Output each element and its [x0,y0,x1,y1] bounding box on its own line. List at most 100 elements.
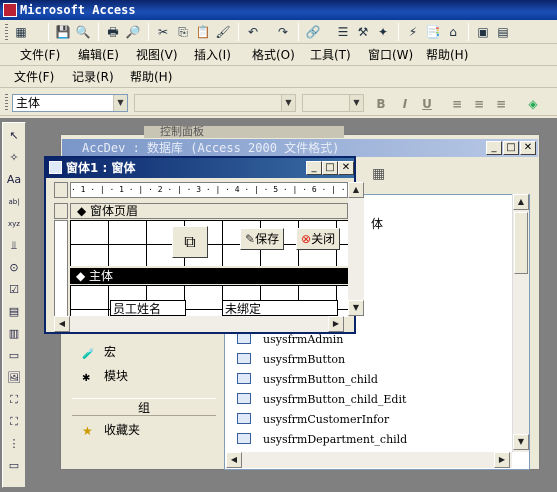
toolbar-grip[interactable] [5,94,8,112]
scroll-right-icon[interactable]: ▶ [328,316,344,332]
textbox-tool-icon[interactable]: ab| [5,193,23,211]
close-button[interactable]: ✕ [520,141,536,155]
format-painter-icon[interactable]: 🖌 [214,23,232,41]
redo-icon[interactable]: ↷ [274,23,292,41]
save-icon[interactable]: 💾 [54,23,72,41]
list-box-icon[interactable]: ▥ [5,325,23,343]
print-icon[interactable]: 🖶 [104,23,122,41]
chevron-down-icon[interactable]: ▼ [281,95,295,111]
scroll-up-icon[interactable]: ▲ [513,194,529,210]
menu-item[interactable]: 编辑(E) [78,47,119,63]
unbound-object-icon[interactable]: ⛶ [5,391,23,409]
menu-item[interactable]: 插入(I) [194,47,231,63]
menu-item[interactable]: 帮助(H) [426,47,468,63]
new-object-icon[interactable]: ▤ [494,23,512,41]
groups-header[interactable]: 组 [72,398,216,416]
paste-icon[interactable]: 📋 [194,23,212,41]
maximize-button[interactable]: □ [503,141,519,155]
favorites-item[interactable]: ★ 收藏夹 [82,422,140,438]
menu-item[interactable]: 记录(R) [72,69,114,85]
menu-item[interactable]: 帮助(H) [130,69,172,85]
form-icon[interactable] [49,161,62,174]
form-list-item[interactable]: usysfrmButton_child [237,373,378,387]
section-selector[interactable] [54,203,68,219]
autoformat-icon[interactable]: ⚡ [404,23,422,41]
build-icon[interactable]: ⌂ [444,23,462,41]
option-group-icon[interactable]: xyz [5,215,23,233]
scroll-up-icon[interactable]: ▲ [348,182,364,198]
unbound-textbox[interactable]: 未绑定 [222,300,338,316]
image-tool-icon[interactable]: 🖼 [5,369,23,387]
italic-button[interactable]: I [396,95,414,113]
form-maximize-button[interactable]: □ [322,161,338,175]
employee-name-label[interactable]: 员工姓名 [110,300,186,316]
align-left-button[interactable]: ≡ [448,95,466,113]
page-break-icon[interactable]: ⋮ [5,435,23,453]
option-button-icon[interactable]: ⊙ [5,259,23,277]
vertical-scrollbar[interactable]: ▲ ▼ [512,194,529,452]
font-size-combo[interactable]: ▼ [302,94,364,112]
command-button-icon[interactable]: ▭ [5,347,23,365]
form-minimize-button[interactable]: _ [306,161,322,175]
object-type-item[interactable]: 🧪 宏 [82,344,116,360]
combo-box-icon[interactable]: ▤ [5,303,23,321]
menu-item[interactable]: 窗口(W) [368,47,413,63]
toolbox-icon[interactable]: ⚒ [354,23,372,41]
cut-icon[interactable]: ✂ [154,23,172,41]
form-selector[interactable] [54,182,68,198]
menu-item[interactable]: 文件(F) [14,69,54,85]
form-list-item[interactable]: usysfrmCustomerInfor [237,413,389,427]
scroll-down-icon[interactable]: ▼ [348,300,364,316]
form-header-section-bar[interactable]: ◆ 窗体页眉 [70,203,348,219]
form-close-button[interactable]: ✕ [338,161,354,175]
scroll-right-icon[interactable]: ▶ [494,452,510,468]
label-tool-icon[interactable]: Aa [5,171,23,189]
database-window-icon[interactable]: ▣ [474,23,492,41]
save-button[interactable]: ✎保存 [240,228,285,250]
form-list-item[interactable]: usysfrmButton [237,353,345,367]
view-icon[interactable]: ▦ [12,23,30,41]
form-horizontal-scrollbar[interactable]: ◀ ▶ [54,316,344,332]
menu-item[interactable]: 格式(O) [252,47,295,63]
checkbox-tool-icon[interactable]: ☑ [5,281,23,299]
form-vertical-scrollbar[interactable]: ▲ ▼ [348,182,364,316]
wizard-icon[interactable]: ✦ [374,23,392,41]
tab-control-icon[interactable]: ▭ [5,457,23,475]
form-list-item[interactable]: usysfrmButton_child_Edit [237,393,406,407]
form-list-item[interactable]: usysfrmDepartment_child [237,433,407,447]
search-icon[interactable]: 🔍 [74,23,92,41]
scroll-left-icon[interactable]: ◀ [226,452,242,468]
toolbar-grip[interactable] [5,24,8,40]
access-app-icon[interactable] [3,3,17,17]
details-view-icon[interactable]: ▦ [372,166,385,182]
menu-item[interactable]: 文件(F) [20,47,60,63]
underline-button[interactable]: U [418,95,436,113]
hyperlink-icon[interactable]: 🔗 [304,23,322,41]
chevron-down-icon[interactable]: ▼ [349,95,363,111]
font-name-combo[interactable]: ▼ [134,94,296,112]
minimize-button[interactable]: _ [486,141,502,155]
undo-icon[interactable]: ↶ [244,23,262,41]
toggle-button-icon[interactable]: ⫫ [5,237,23,255]
bound-object-icon[interactable]: ⛶ [5,413,23,431]
scroll-left-icon[interactable]: ◀ [54,316,70,332]
control-wizards-icon[interactable]: ✧ [5,149,23,167]
align-center-button[interactable]: ≡ [470,95,488,113]
form-list-item[interactable]: usysfrmAdmin [237,333,343,347]
bold-button[interactable]: B [372,95,390,113]
scroll-thumb[interactable] [514,212,528,274]
detail-section-bar[interactable]: ◆ 主体 [70,268,348,284]
field-list-icon[interactable]: ☰ [334,23,352,41]
select-objects-icon[interactable]: ↖ [5,127,23,145]
properties-icon[interactable]: 📑 [424,23,442,41]
image-button[interactable]: ⧉ [172,226,208,258]
copy-icon[interactable]: ⎘ [174,23,192,41]
close-form-button[interactable]: ⊗关闭 [296,228,341,250]
scroll-down-icon[interactable]: ▼ [513,434,529,450]
object-type-item[interactable]: ✱ 模块 [82,368,128,384]
database-window-title-bar[interactable]: AccDev : 数据库 (Access 2000 文件格式) [62,139,538,157]
align-right-button[interactable]: ≡ [492,95,510,113]
preview-icon[interactable]: 🔎 [124,23,142,41]
chevron-down-icon[interactable]: ▼ [113,95,127,111]
horizontal-scrollbar[interactable]: ◀ ▶ [226,452,512,468]
